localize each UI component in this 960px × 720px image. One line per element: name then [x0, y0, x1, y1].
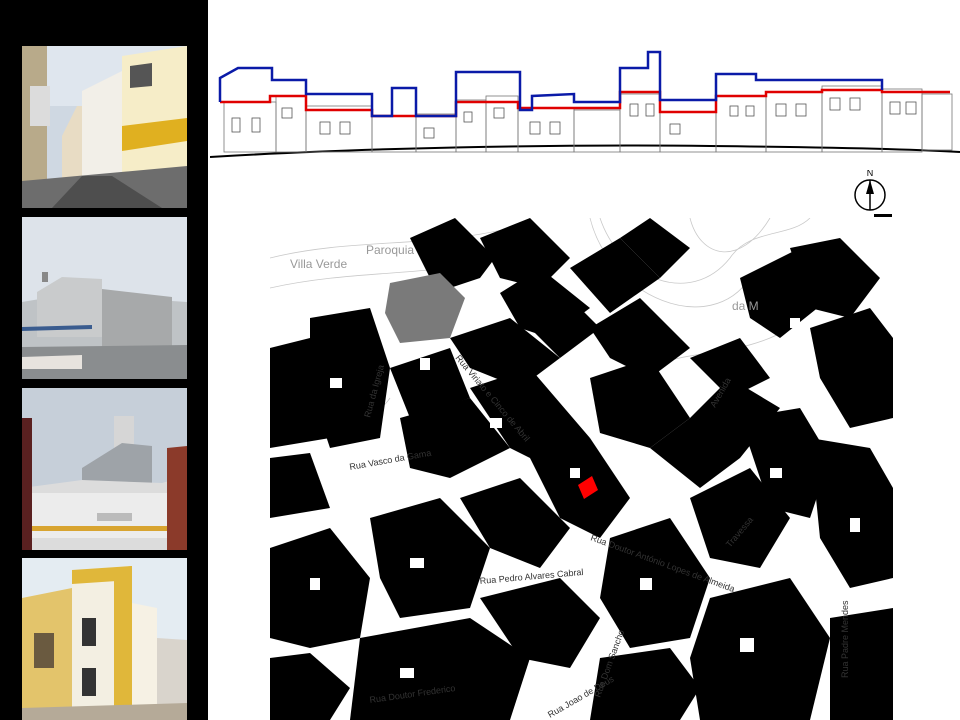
photo-strip	[0, 0, 208, 720]
place-label-paroquia: Paroquia	[366, 243, 414, 257]
street-photo-icon	[22, 46, 187, 208]
north-arrow: N	[852, 168, 892, 218]
terrace-photo-icon	[22, 388, 187, 550]
compass-icon: N	[854, 168, 892, 217]
place-label-da-m: da M	[732, 299, 759, 313]
photo-corner-house	[22, 558, 187, 720]
yellow-house-photo-icon	[22, 558, 187, 720]
place-label-villa-verde: Villa Verde	[290, 257, 347, 271]
photo-rooftops	[22, 217, 187, 379]
photo-roof-terrace	[22, 388, 187, 550]
north-label: N	[867, 170, 874, 178]
photo-street-view	[22, 46, 187, 208]
street-elevation	[209, 44, 960, 164]
site-plan-map: Paroquia Villa Verde da M Rua da Igreja …	[270, 218, 893, 720]
street-label-rua-padre-mendes: Rua Padre Mendes	[840, 600, 850, 678]
rooftop-photo-icon	[22, 217, 187, 379]
